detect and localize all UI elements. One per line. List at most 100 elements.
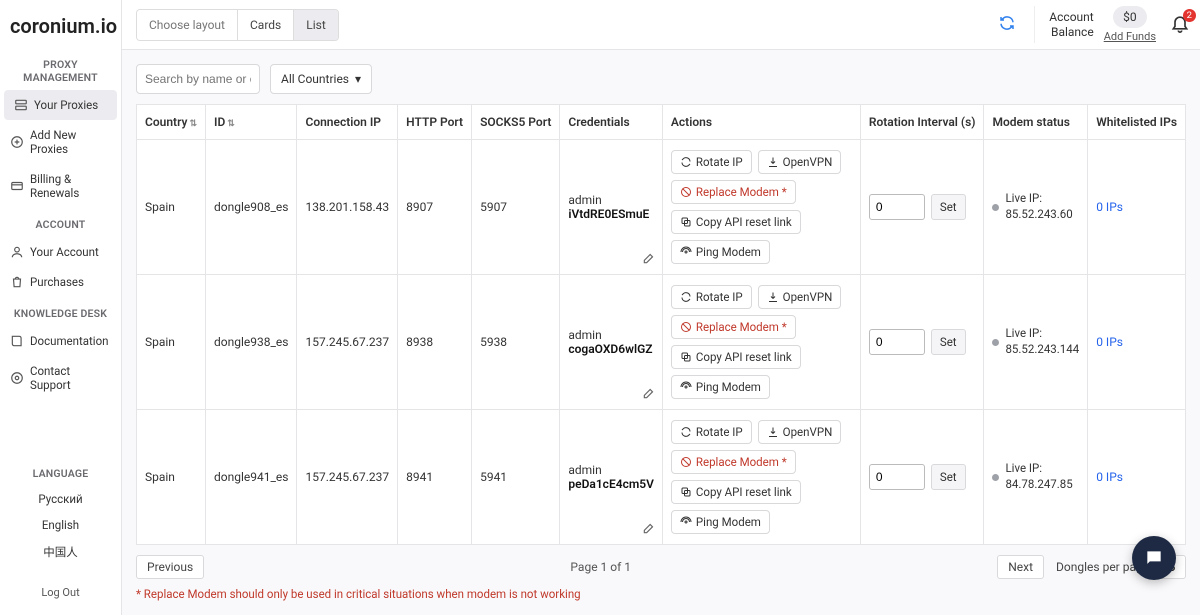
sidebar-item-add-new-proxies[interactable]: Add New Proxies — [0, 120, 121, 164]
ping-modem-button[interactable]: Ping Modem — [671, 240, 770, 264]
cell-country: Spain — [137, 275, 206, 410]
support-icon — [10, 371, 24, 385]
sidebar-item-your-proxies[interactable]: Your Proxies — [4, 90, 117, 120]
lang-ru[interactable]: Русский — [0, 486, 121, 512]
set-interval-button[interactable]: Set — [931, 329, 966, 355]
cred-pass: iVtdRE0ESmuE — [568, 207, 654, 221]
openvpn-button[interactable]: OpenVPN — [758, 285, 842, 309]
add-funds-link[interactable]: Add Funds — [1104, 30, 1156, 43]
openvpn-button[interactable]: OpenVPN — [758, 420, 842, 444]
country-select-label: All Countries — [281, 72, 349, 86]
balance-label-2: Balance — [1049, 25, 1093, 40]
cell-socks5: 5907 — [472, 140, 560, 275]
cell-actions: Rotate IPOpenVPN Replace Modem * Copy API … — [662, 275, 860, 410]
section-title-account: ACCOUNT — [0, 208, 121, 237]
cell-whitelist: 0 IPs — [1088, 140, 1186, 275]
user-icon — [10, 245, 24, 259]
sort-icon: ⇅ — [189, 119, 197, 129]
layout-cards[interactable]: Cards — [238, 10, 294, 40]
cell-ip: 138.201.158.43 — [297, 140, 398, 275]
rotation-interval-input[interactable] — [869, 464, 925, 490]
cell-whitelist: 0 IPs — [1088, 275, 1186, 410]
col-rotation-interval: Rotation Interval (s) — [860, 105, 984, 140]
sidebar-item-purchases[interactable]: Purchases — [0, 267, 121, 297]
whitelist-link[interactable]: 0 IPs — [1096, 470, 1123, 484]
topbar: Choose layout Cards List Account Balance… — [122, 0, 1200, 50]
col-credentials: Credentials — [560, 105, 663, 140]
notification-badge: 2 — [1183, 9, 1196, 22]
notifications-button[interactable]: 2 — [1170, 13, 1190, 37]
chevron-down-icon: ▾ — [355, 72, 361, 86]
logout-link[interactable]: Log Out — [0, 580, 121, 605]
bag-icon — [10, 275, 24, 289]
layout-list[interactable]: List — [294, 10, 338, 40]
edit-credentials-icon[interactable] — [642, 251, 656, 268]
cell-socks5: 5941 — [472, 410, 560, 545]
search-input[interactable] — [136, 64, 260, 94]
col-connection-ip: Connection IP — [297, 105, 398, 140]
stack-icon — [14, 98, 28, 112]
replace-modem-button[interactable]: Replace Modem * — [671, 450, 796, 474]
cred-pass: peDa1cE4cm5V — [568, 477, 654, 491]
rotate-ip-button[interactable]: Rotate IP — [671, 150, 752, 174]
cell-http: 8941 — [398, 410, 472, 545]
rotation-interval-input[interactable] — [869, 194, 925, 220]
sidebar-item-label: Billing & Renewals — [30, 172, 111, 200]
edit-credentials-icon[interactable] — [642, 521, 656, 538]
copy-api-reset-button[interactable]: Copy API reset link — [671, 345, 801, 369]
copy-api-reset-button[interactable]: Copy API reset link — [671, 480, 801, 504]
whitelist-link[interactable]: 0 IPs — [1096, 335, 1123, 349]
sidebar-item-label: Your Account — [30, 245, 99, 259]
table-row: Spaindongle941_es157.245.67.23789415941a… — [137, 410, 1186, 545]
set-interval-button[interactable]: Set — [931, 464, 966, 490]
section-title-language: LANGUAGE — [0, 457, 121, 486]
set-interval-button[interactable]: Set — [931, 194, 966, 220]
ping-modem-button[interactable]: Ping Modem — [671, 375, 770, 399]
cred-user: admin — [568, 193, 654, 207]
status-dot-icon — [992, 474, 999, 481]
balance-amount: $0 — [1113, 6, 1147, 28]
country-select[interactable]: All Countries ▾ — [270, 64, 372, 94]
sidebar-item-billing-renewals[interactable]: Billing & Renewals — [0, 164, 121, 208]
ping-modem-button[interactable]: Ping Modem — [671, 510, 770, 534]
status-dot-icon — [992, 339, 999, 346]
col-id[interactable]: ID⇅ — [206, 105, 297, 140]
sidebar-item-contact-support[interactable]: Contact Support — [0, 356, 121, 400]
balance-label-1: Account — [1049, 10, 1093, 25]
pager-previous[interactable]: Previous — [136, 555, 204, 579]
cred-user: admin — [568, 328, 654, 342]
pager-next[interactable]: Next — [997, 555, 1044, 579]
table-row: Spaindongle938_es157.245.67.23789385938a… — [137, 275, 1186, 410]
status-dot-icon — [992, 204, 999, 211]
sidebar-item-documentation[interactable]: Documentation — [0, 326, 121, 356]
col-http-port: HTTP Port — [398, 105, 472, 140]
section-title-knowledge: KNOWLEDGE DESK — [0, 297, 121, 326]
cell-status: Live IP:84.78.247.85 — [984, 410, 1088, 545]
rotation-interval-input[interactable] — [869, 329, 925, 355]
replace-modem-button[interactable]: Replace Modem * — [671, 180, 796, 204]
cell-country: Spain — [137, 410, 206, 545]
rotate-ip-button[interactable]: Rotate IP — [671, 285, 752, 309]
rotate-ip-button[interactable]: Rotate IP — [671, 420, 752, 444]
edit-credentials-icon[interactable] — [642, 386, 656, 403]
cell-ip: 157.245.67.237 — [297, 275, 398, 410]
openvpn-button[interactable]: OpenVPN — [758, 150, 842, 174]
copy-api-reset-button[interactable]: Copy API reset link — [671, 210, 801, 234]
replace-modem-button[interactable]: Replace Modem * — [671, 315, 796, 339]
col-country[interactable]: Country⇅ — [137, 105, 206, 140]
balance-box: Account Balance $0 Add Funds — [1034, 6, 1156, 43]
sidebar-item-label: Purchases — [30, 275, 84, 289]
refresh-balance-icon[interactable] — [998, 14, 1016, 36]
pager-text: Page 1 of 1 — [216, 560, 985, 574]
cred-user: admin — [568, 463, 654, 477]
sidebar-item-label: Add New Proxies — [30, 128, 111, 156]
layout-label: Choose layout — [137, 10, 238, 40]
lang-en[interactable]: English — [0, 512, 121, 538]
whitelist-link[interactable]: 0 IPs — [1096, 200, 1123, 214]
sort-icon: ⇅ — [227, 119, 235, 129]
layout-switch: Choose layout Cards List — [136, 9, 339, 41]
lang-zh[interactable]: 中国人 — [0, 538, 121, 566]
plus-circle-icon — [10, 135, 24, 149]
chat-fab[interactable] — [1132, 536, 1176, 580]
sidebar-item-your-account[interactable]: Your Account — [0, 237, 121, 267]
